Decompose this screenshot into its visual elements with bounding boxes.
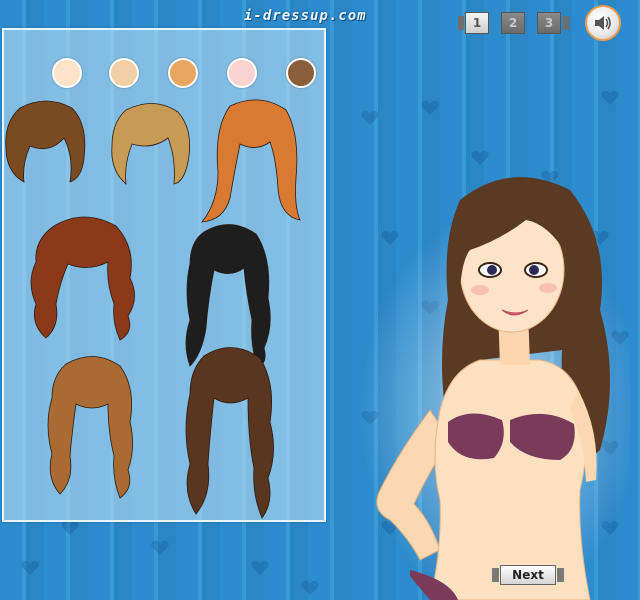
page-button-1[interactable]: 1 bbox=[465, 12, 489, 34]
next-button-left-cap bbox=[492, 568, 499, 582]
hair-selection-panel bbox=[2, 28, 326, 522]
background-heart-icon bbox=[61, 520, 79, 535]
background-heart-icon bbox=[361, 110, 379, 125]
next-button-right-cap bbox=[557, 568, 564, 582]
next-button-label: Next bbox=[512, 568, 544, 582]
pager-left-cap bbox=[458, 16, 464, 30]
skin-tone-swatch-fair[interactable] bbox=[52, 58, 82, 88]
hair-option-medium-auburn-wavy[interactable] bbox=[24, 212, 144, 342]
background-heart-icon bbox=[601, 90, 619, 105]
background-heart-icon bbox=[301, 580, 319, 595]
hair-option-long-dark-brown-wavy[interactable] bbox=[180, 342, 280, 522]
dress-up-model bbox=[360, 177, 630, 600]
hair-option-short-blonde-bob[interactable] bbox=[104, 100, 196, 188]
hair-option-long-orange-straight[interactable] bbox=[200, 98, 310, 224]
speaker-icon bbox=[595, 16, 611, 30]
next-button[interactable]: Next bbox=[492, 564, 564, 586]
sound-toggle-button[interactable] bbox=[585, 5, 621, 41]
hair-option-medium-light-brown-wavy[interactable] bbox=[42, 352, 140, 502]
skin-tone-swatch-dark[interactable] bbox=[286, 58, 316, 88]
page-button-2[interactable]: 2 bbox=[501, 12, 525, 34]
skin-tone-swatch-tan[interactable] bbox=[168, 58, 198, 88]
background-heart-icon bbox=[151, 540, 169, 555]
hair-option-short-brown-bob[interactable] bbox=[0, 98, 92, 186]
page-button-3[interactable]: 3 bbox=[537, 12, 561, 34]
pager-right-cap bbox=[563, 16, 569, 30]
background-heart-icon bbox=[421, 100, 439, 115]
skin-tone-swatch-rosy[interactable] bbox=[227, 58, 257, 88]
skin-tone-swatch-light[interactable] bbox=[109, 58, 139, 88]
background-heart-icon bbox=[21, 560, 39, 575]
site-logo: i-dressup.com bbox=[244, 8, 367, 24]
background-heart-icon bbox=[251, 560, 269, 575]
